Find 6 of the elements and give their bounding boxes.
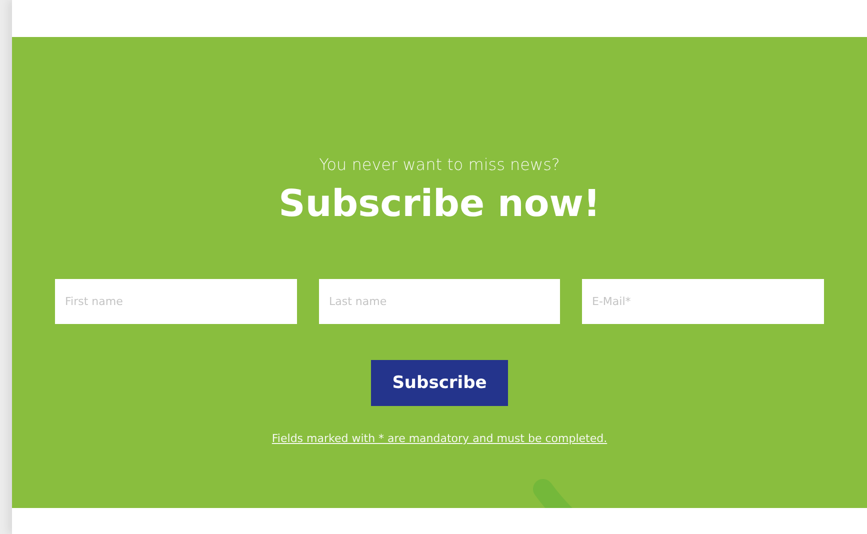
- subscribe-button[interactable]: Subscribe: [371, 360, 508, 406]
- input-field[interactable]: E-Mail*: [582, 279, 824, 324]
- input-field[interactable]: First name: [55, 279, 297, 324]
- heading: Subscribe now!: [278, 181, 600, 227]
- kicker-text: You never want to miss news?: [319, 154, 560, 176]
- input-field[interactable]: Last name: [319, 279, 560, 324]
